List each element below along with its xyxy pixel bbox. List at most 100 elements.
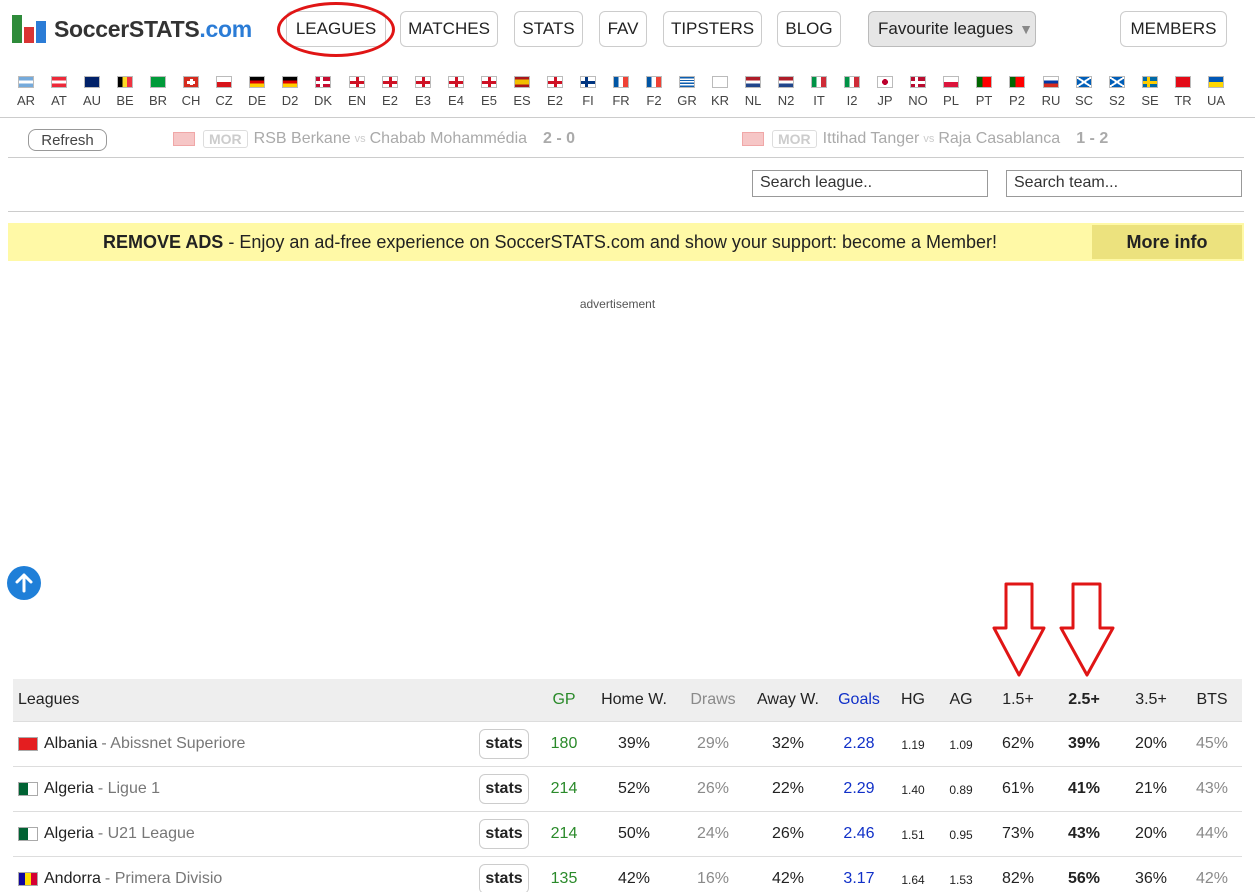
- flag-link[interactable]: NO: [903, 76, 933, 108]
- header-home-wins[interactable]: Home W.: [601, 691, 667, 709]
- site-logo[interactable]: SoccerSTATS.com: [12, 12, 252, 46]
- remove-ads-banner: REMOVE ADS - Enjoy an ad-free experience…: [8, 223, 1244, 261]
- cell-draws: 29%: [696, 735, 730, 752]
- favourite-leagues-label: Favourite leagues: [878, 19, 1014, 38]
- country-flag-icon: [778, 76, 794, 88]
- live-match[interactable]: MOR Ittihad Tanger vs Raja Casablanca 1 …: [742, 130, 1108, 148]
- country-flag-icon: [249, 76, 265, 88]
- country-flag-icon: [1109, 76, 1125, 88]
- flag-link[interactable]: RU: [1036, 76, 1066, 108]
- banner-bold-text: REMOVE ADS: [102, 231, 224, 252]
- logo-bars-icon: [12, 15, 48, 43]
- cell-o15: 62%: [1001, 735, 1035, 752]
- nav-fav-button[interactable]: FAV: [599, 11, 647, 47]
- flag-code-label: D2: [281, 93, 299, 108]
- nav-tipsters-button[interactable]: TIPSTERS: [663, 11, 762, 47]
- live-scores-bar: Refresh MOR RSB Berkane vs Chabab Mohamm…: [8, 122, 1244, 158]
- country-name: Albania: [44, 735, 98, 752]
- flag-link[interactable]: KR: [705, 76, 735, 108]
- header-gp[interactable]: GP: [552, 691, 575, 709]
- table-row: Algeria - Ligue 1 stats 214 52% 26% 22% 2.29 1.4…: [13, 767, 1242, 812]
- flag-link[interactable]: UA: [1201, 76, 1231, 108]
- flag-link[interactable]: PT: [969, 76, 999, 108]
- flag-link[interactable]: DK: [308, 76, 338, 108]
- flag-link[interactable]: NL: [738, 76, 768, 108]
- flag-code-label: IT: [813, 93, 825, 108]
- stats-button[interactable]: stats: [479, 774, 529, 804]
- live-match[interactable]: MOR RSB Berkane vs Chabab Mohammédia 2 -…: [173, 130, 575, 148]
- cell-o35: 36%: [1134, 870, 1168, 887]
- flag-link[interactable]: SC: [1069, 76, 1099, 108]
- league-name-cell[interactable]: Albania - Abissnet Superiore: [18, 735, 245, 753]
- header-away-wins[interactable]: Away W.: [757, 691, 819, 709]
- nav-blog-button[interactable]: BLOG: [777, 11, 841, 47]
- search-team-input[interactable]: Search team...: [1006, 170, 1242, 197]
- flag-link[interactable]: ES: [507, 76, 537, 108]
- flag-link[interactable]: D2: [275, 76, 305, 108]
- header-away-goals[interactable]: AG: [949, 691, 972, 709]
- flag-link[interactable]: E5: [474, 76, 504, 108]
- stats-button[interactable]: stats: [479, 819, 529, 849]
- league-name-cell[interactable]: Algeria - U21 League: [18, 825, 195, 843]
- flag-link[interactable]: IT: [804, 76, 834, 108]
- flag-link[interactable]: BR: [143, 76, 173, 108]
- flag-link[interactable]: AR: [11, 76, 41, 108]
- stats-button[interactable]: stats: [479, 729, 529, 759]
- header-goals[interactable]: Goals: [838, 691, 880, 709]
- nav-matches-button[interactable]: MATCHES: [400, 11, 498, 47]
- flag-code-label: DK: [313, 93, 333, 108]
- flag-link[interactable]: E2: [540, 76, 570, 108]
- refresh-button[interactable]: Refresh: [28, 129, 107, 151]
- cell-draws: 16%: [696, 870, 730, 887]
- morocco-flag-icon: [173, 132, 195, 146]
- league-name-cell[interactable]: Andorra - Primera Divisio: [18, 870, 222, 888]
- flag-link[interactable]: TR: [1168, 76, 1198, 108]
- header-over-3-5[interactable]: 3.5+: [1135, 691, 1167, 709]
- league-name: - Abissnet Superiore: [101, 735, 246, 752]
- flag-link[interactable]: CH: [176, 76, 206, 108]
- flag-link[interactable]: AT: [44, 76, 74, 108]
- match-league-tag: MOR: [203, 130, 248, 148]
- nav-stats-button[interactable]: STATS: [514, 11, 583, 47]
- league-name-cell[interactable]: Algeria - Ligue 1: [18, 780, 160, 798]
- flag-link[interactable]: P2: [1002, 76, 1032, 108]
- flag-link[interactable]: SE: [1135, 76, 1165, 108]
- flag-link[interactable]: S2: [1102, 76, 1132, 108]
- flag-link[interactable]: E4: [441, 76, 471, 108]
- flag-link[interactable]: FR: [606, 76, 636, 108]
- flag-link[interactable]: AU: [77, 76, 107, 108]
- flag-link[interactable]: DE: [242, 76, 272, 108]
- stats-button[interactable]: stats: [479, 864, 529, 892]
- country-flag-icon: [910, 76, 926, 88]
- flag-code-label: NO: [908, 93, 928, 108]
- header-home-goals[interactable]: HG: [901, 691, 925, 709]
- scroll-to-top-button[interactable]: [7, 566, 41, 600]
- cell-o35: 21%: [1134, 780, 1168, 797]
- header-bts[interactable]: BTS: [1196, 691, 1227, 709]
- cell-bts: 42%: [1195, 870, 1229, 887]
- flag-link[interactable]: BE: [110, 76, 140, 108]
- flag-link[interactable]: CZ: [209, 76, 239, 108]
- nav-members-button[interactable]: MEMBERS: [1120, 11, 1227, 47]
- more-info-button[interactable]: More info: [1092, 225, 1242, 259]
- flag-link[interactable]: I2: [837, 76, 867, 108]
- country-flag-icon: [315, 76, 331, 88]
- header-draws[interactable]: Draws: [690, 691, 735, 709]
- flag-link[interactable]: E2: [375, 76, 405, 108]
- cell-ag: 0.89: [949, 783, 973, 797]
- flag-link[interactable]: JP: [870, 76, 900, 108]
- country-name: Algeria: [44, 780, 94, 797]
- flag-link[interactable]: F2: [639, 76, 669, 108]
- flag-link[interactable]: N2: [771, 76, 801, 108]
- flag-link[interactable]: PL: [936, 76, 966, 108]
- header-over-1-5[interactable]: 1.5+: [1002, 691, 1034, 709]
- favourite-leagues-dropdown[interactable]: Favourite leagues ▼: [868, 11, 1036, 47]
- flag-code-label: UA: [1206, 93, 1226, 108]
- flag-link[interactable]: GR: [672, 76, 702, 108]
- flag-link[interactable]: E3: [408, 76, 438, 108]
- flag-link[interactable]: FI: [573, 76, 603, 108]
- flag-code-label: AU: [82, 93, 102, 108]
- header-over-2-5[interactable]: 2.5+: [1068, 691, 1100, 709]
- flag-link[interactable]: EN: [342, 76, 372, 108]
- search-league-input[interactable]: Search league..: [752, 170, 988, 197]
